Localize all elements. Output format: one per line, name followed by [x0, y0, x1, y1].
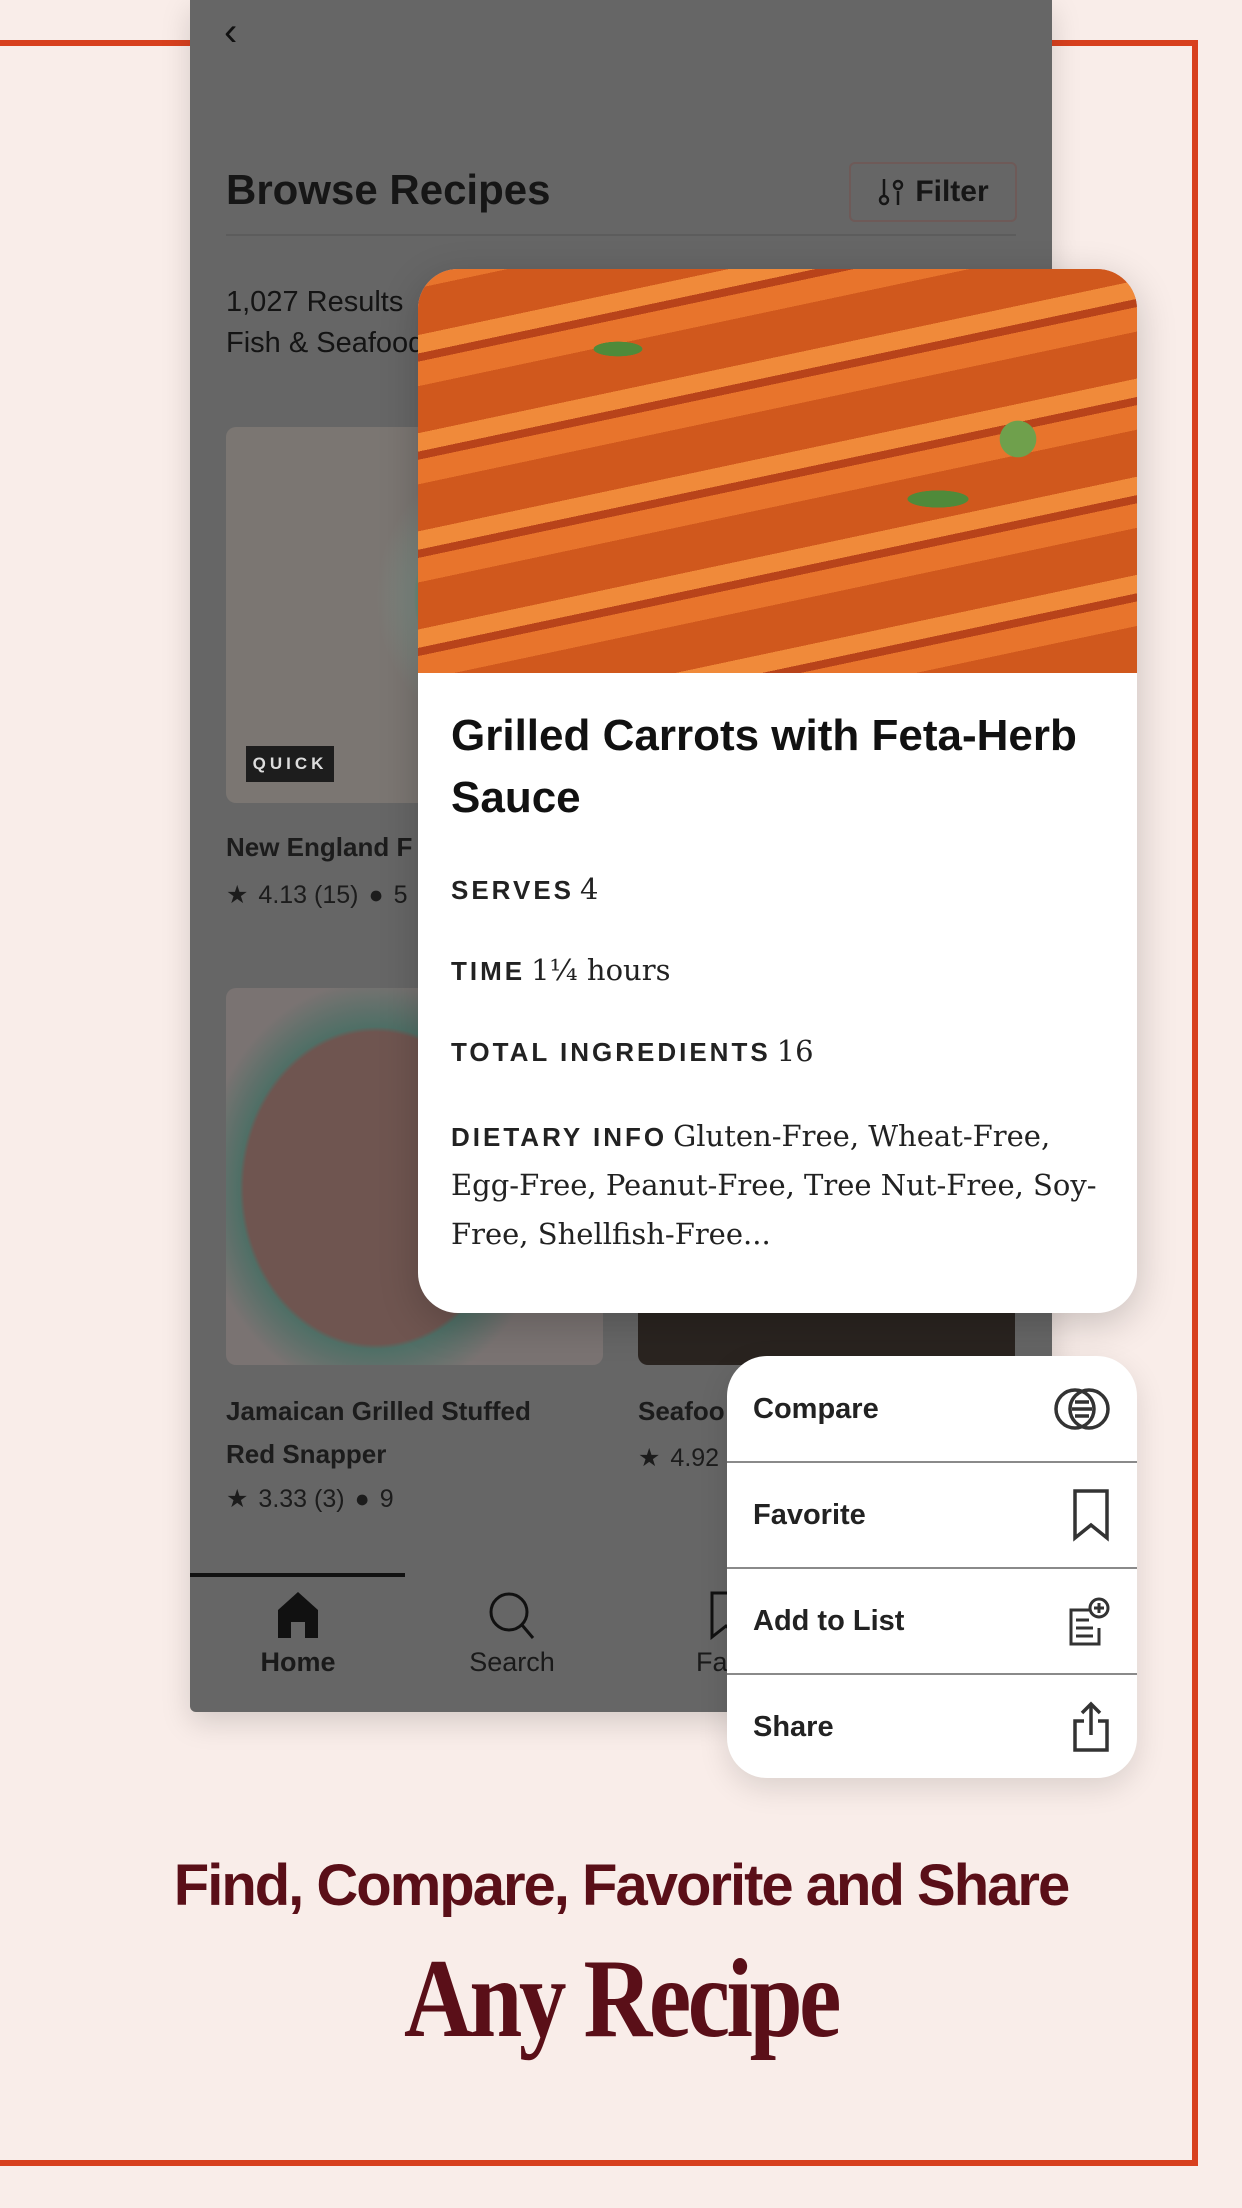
recipe-rating: ★ 4.92 — [638, 1443, 720, 1473]
results-count: 1,027 Results — [226, 286, 404, 318]
menu-favorite[interactable]: Favorite — [727, 1462, 1137, 1568]
bookmark-icon — [1073, 1489, 1109, 1542]
quick-badge: QUICK — [246, 746, 334, 782]
compare-icon — [1054, 1388, 1110, 1430]
star-icon: ★ — [638, 1444, 661, 1472]
time-row: TIME 1¼ hours — [451, 953, 671, 987]
home-icon — [278, 1592, 318, 1638]
back-button[interactable]: ‹ — [224, 10, 237, 55]
ingredients-row: TOTAL INGREDIENTS 16 — [451, 1034, 814, 1068]
filter-button[interactable]: Filter — [849, 162, 1017, 222]
tagline: Find, Compare, Favorite and Share — [173, 1853, 1070, 1918]
filter-label: Filter — [915, 175, 989, 208]
page-title: Browse Recipes — [226, 166, 551, 213]
menu-share[interactable]: Share — [727, 1674, 1137, 1778]
comment-icon: ● — [354, 1484, 370, 1513]
recipe-title[interactable]: Seafoo — [638, 1390, 725, 1433]
recipe-title[interactable]: Jamaican Grilled Stuffed Red Snapper — [226, 1390, 531, 1476]
recipe-photo — [418, 269, 1137, 673]
star-icon: ★ — [226, 881, 249, 909]
recipe-rating: ★ 4.13 (15) ● 5 — [226, 880, 408, 910]
share-icon — [1073, 1701, 1109, 1752]
chevron-left-icon: ‹ — [224, 10, 238, 54]
nav-home[interactable]: Home — [198, 1590, 398, 1678]
menu-add-to-list[interactable]: Add to List — [727, 1568, 1137, 1674]
context-menu: Compare Favorite Add to List Share — [727, 1356, 1137, 1778]
results-category: Fish & Seafood — [226, 327, 425, 359]
sliders-icon — [879, 179, 904, 206]
active-tab-indicator — [190, 1573, 405, 1577]
tagline-headline: Any Recipe — [403, 1937, 841, 2061]
divider — [226, 234, 1016, 236]
comment-icon: ● — [368, 880, 384, 909]
dietary-row: DIETARY INFO Gluten-Free, Wheat-Free, Egg… — [451, 1119, 1097, 1251]
recipe-rating: ★ 3.33 (3) ● 9 — [226, 1484, 394, 1514]
nav-search[interactable]: Search — [412, 1590, 612, 1678]
serves-row: SERVES 4 — [451, 872, 599, 906]
add-to-list-icon — [1069, 1597, 1110, 1646]
recipe-title[interactable]: New England F — [226, 826, 412, 869]
search-icon — [489, 1592, 535, 1639]
recipe-preview-card[interactable]: Grilled Carrots with Feta-Herb Sauce SER… — [418, 269, 1137, 1313]
star-icon: ★ — [226, 1485, 249, 1513]
recipe-title: Grilled Carrots with Feta-Herb Sauce — [451, 711, 1077, 822]
menu-compare[interactable]: Compare — [727, 1356, 1137, 1462]
